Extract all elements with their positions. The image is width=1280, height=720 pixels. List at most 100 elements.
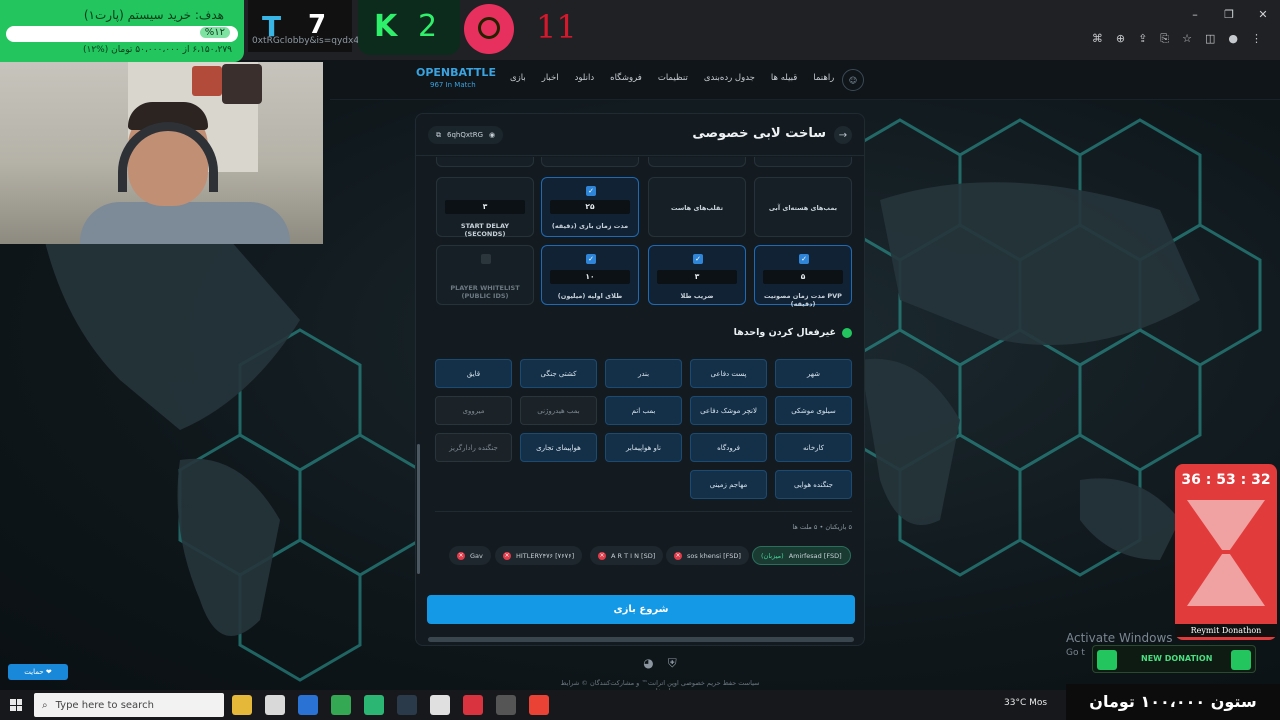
unit-toggle[interactable]: کارخانه xyxy=(775,433,852,462)
unit-toggle[interactable]: سیلوی موشکی xyxy=(775,396,852,425)
unit-toggle[interactable]: میرووی xyxy=(435,396,512,425)
brand-logo[interactable]: OPENBATTLE xyxy=(416,66,496,79)
remove-player-icon[interactable]: × xyxy=(674,551,682,560)
minimize-button[interactable]: – xyxy=(1178,0,1212,28)
eye-icon[interactable]: ◉ xyxy=(489,131,495,139)
horizontal-scrollbar[interactable] xyxy=(428,637,854,642)
game-duration-value[interactable]: ۲۵ xyxy=(550,200,630,214)
checkbox-icon[interactable]: ✓ xyxy=(586,186,596,196)
site-header: OPENBATTLE 967 In Match بازی اخبار دانلو… xyxy=(330,60,1280,100)
pvp-immunity-value[interactable]: ۵ xyxy=(763,270,843,284)
remove-player-icon[interactable]: × xyxy=(598,551,606,560)
setting-start-delay[interactable]: ۳ START DELAY (SECONDS) xyxy=(436,177,534,238)
setting-pvp-immunity[interactable]: ✓ ۵ مدت زمان مصونیت PVP (دقیقه) xyxy=(754,245,852,308)
taskbar-search[interactable]: ⌕ Type here to search xyxy=(34,693,224,717)
vertical-scrollbar[interactable] xyxy=(417,444,420,574)
unit-toggle[interactable]: پست دفاعی xyxy=(690,359,767,388)
pvp-immunity-label: مدت زمان مصونیت PVP (دقیقه) xyxy=(764,292,842,308)
zoom-icon[interactable]: ⊕ xyxy=(1116,32,1125,46)
player-chip[interactable]: × Gav xyxy=(449,546,491,565)
remove-player-icon[interactable]: × xyxy=(503,551,511,560)
setting-card[interactable] xyxy=(648,157,746,167)
unit-toggle[interactable]: لانچر موشک دفاعی xyxy=(690,396,767,425)
app-icon[interactable] xyxy=(463,695,483,715)
shield-icon[interactable]: ⛨ xyxy=(668,656,677,671)
nav-leaderboard[interactable]: جدول رده‌بندی xyxy=(704,73,755,83)
nav-clans[interactable]: قبیله ها xyxy=(771,73,797,83)
setting-card[interactable] xyxy=(754,157,852,167)
nav-game[interactable]: بازی xyxy=(510,73,526,83)
install-icon[interactable]: ⎘ xyxy=(1160,32,1169,46)
steam-icon[interactable] xyxy=(397,695,417,715)
app-icon[interactable] xyxy=(364,695,384,715)
copy-icon[interactable]: ⧉ xyxy=(436,131,441,140)
checkbox-icon[interactable] xyxy=(481,254,491,264)
nav-help[interactable]: راهنما xyxy=(813,73,834,83)
unit-toggle[interactable]: مهاجم زمینی xyxy=(690,470,767,499)
unit-toggle[interactable]: قایق xyxy=(435,359,512,388)
setting-card[interactable] xyxy=(541,157,639,167)
settings-scroll-area[interactable]: ۳ START DELAY (SECONDS) ✓ ۲۵ مدت زمان با… xyxy=(416,157,864,587)
unit-toggle[interactable]: بمب اتم xyxy=(605,396,682,425)
translate-icon[interactable]: ⌘ xyxy=(1092,32,1103,46)
players-meta: ۵ بازیکنان • ۵ ملت ها xyxy=(792,523,852,531)
chrome-icon[interactable] xyxy=(529,695,549,715)
checkbox-icon[interactable]: ✓ xyxy=(693,254,703,264)
scoreboard-k: K 2 xyxy=(358,0,460,55)
unit-toggle[interactable]: شهر xyxy=(775,359,852,388)
setting-game-duration[interactable]: ✓ ۲۵ مدت زمان بازی (دقیقه) xyxy=(541,177,639,237)
discord-icon[interactable]: ◕ xyxy=(643,656,653,671)
player-chip[interactable]: × sos khensi [FSD] xyxy=(666,546,749,565)
unit-toggle[interactable]: کشتی جنگی xyxy=(520,359,597,388)
weather-widget[interactable]: 33°C Mos xyxy=(1004,698,1047,708)
star-icon[interactable]: ☆ xyxy=(1182,32,1192,46)
window-controls: – ❐ ✕ xyxy=(1178,0,1280,28)
player-chip[interactable]: × A R T I N [SD] xyxy=(590,546,664,565)
support-button[interactable]: حمایت ❤ xyxy=(8,664,68,680)
back-button[interactable]: → xyxy=(834,126,852,144)
setting-blue-nukes[interactable]: بمب‌های هسته‌ای آبی xyxy=(754,177,852,237)
checkbox-icon[interactable]: ✓ xyxy=(586,254,596,264)
nav-news[interactable]: اخبار xyxy=(542,73,559,83)
file-explorer-icon[interactable] xyxy=(232,695,252,715)
close-button[interactable]: ✕ xyxy=(1246,0,1280,28)
unit-toggle[interactable]: هواپیمای تجاری xyxy=(520,433,597,462)
unit-toggle[interactable]: ناو هواپیمابر xyxy=(605,433,682,462)
nav-store[interactable]: فروشگاه xyxy=(610,73,642,83)
starting-gold-value[interactable]: ۱۰ xyxy=(550,270,630,284)
remove-player-icon[interactable]: × xyxy=(457,551,465,560)
unit-toggle[interactable]: فرودگاه xyxy=(690,433,767,462)
chrome-icon[interactable] xyxy=(331,695,351,715)
gold-multiplier-value[interactable]: ۳ xyxy=(657,270,737,284)
outlook-icon[interactable] xyxy=(298,695,318,715)
setting-starting-gold[interactable]: ✓ ۱۰ طلای اولیه (میلیون) xyxy=(541,245,639,305)
app-icon[interactable] xyxy=(430,695,450,715)
setting-player-whitelist[interactable]: PLAYER WHITELIST (PUBLIC IDS) xyxy=(436,245,534,305)
whitelist-label: PLAYER WHITELIST (PUBLIC IDS) xyxy=(450,284,520,300)
player-chip-host[interactable]: (میزبان) Amirfesad [FSD] xyxy=(752,546,851,565)
user-avatar-icon[interactable]: ☺ xyxy=(842,69,864,91)
donation-goal: هدف: خرید سیستم (پارت۱) %۱۲ ۶،۱۵۰،۲۷۹ از… xyxy=(0,0,244,62)
unit-toggle[interactable]: بمب هیدروژنی xyxy=(520,396,597,425)
setting-host-cheats[interactable]: تقلب‌های هاست xyxy=(648,177,746,237)
setting-card[interactable] xyxy=(436,157,534,167)
setting-gold-multiplier[interactable]: ✓ ۳ ضریب طلا xyxy=(648,245,746,305)
unit-toggle[interactable]: جنگنده رادارگریز xyxy=(435,433,512,462)
start-delay-value[interactable]: ۳ xyxy=(445,200,525,214)
player-chip[interactable]: × HITLERY۴۷۶ [۷۶۷۶] xyxy=(495,546,583,565)
extensions-icon[interactable]: ◫ xyxy=(1205,32,1215,46)
nav-download[interactable]: دانلود xyxy=(575,73,595,83)
lobby-code-chip[interactable]: ⧉ 6qhQxtRG ◉ xyxy=(428,126,504,144)
unit-toggle[interactable]: جنگنده هوایی xyxy=(775,470,852,499)
share-icon[interactable]: ⇪ xyxy=(1138,32,1147,46)
obs-icon[interactable] xyxy=(496,695,516,715)
start-game-button[interactable]: شروع بازی xyxy=(427,595,855,624)
unit-toggle[interactable]: بندر xyxy=(605,359,682,388)
store-icon[interactable] xyxy=(265,695,285,715)
checkbox-icon[interactable]: ✓ xyxy=(799,254,809,264)
menu-icon[interactable]: ⋮ xyxy=(1251,32,1262,46)
maximize-button[interactable]: ❐ xyxy=(1212,0,1246,28)
profile-icon[interactable]: ● xyxy=(1228,32,1238,46)
nav-settings[interactable]: تنظیمات xyxy=(658,73,688,83)
windows-start-icon[interactable] xyxy=(10,699,22,711)
